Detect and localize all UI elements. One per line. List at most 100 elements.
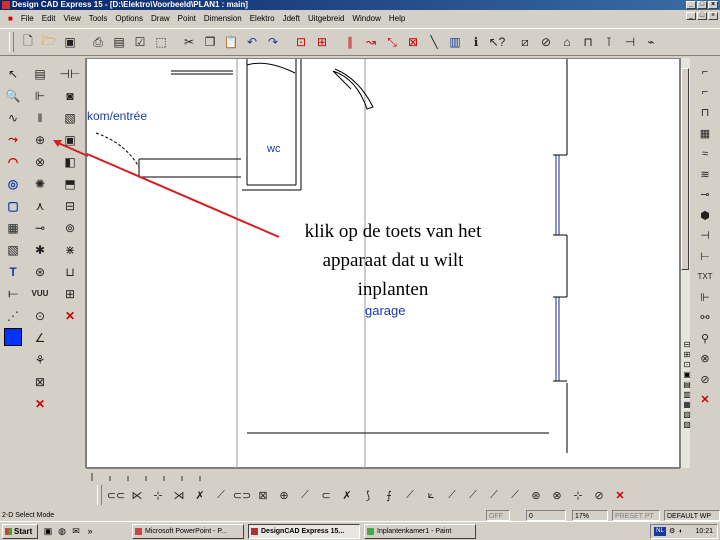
elektro-tool-10-icon[interactable]: ⊛ — [30, 262, 50, 281]
right-tool-15-icon[interactable]: ⊘ — [694, 370, 716, 390]
right-tool-3-icon[interactable]: ⊓ — [694, 103, 716, 123]
task-designcad[interactable]: DesignCAD Express 15... — [248, 524, 360, 539]
more-chevron-icon[interactable]: » — [84, 525, 96, 537]
mini-tool-8-icon[interactable]: ▧ — [683, 410, 691, 419]
menu-point[interactable]: Point — [174, 14, 200, 23]
elektro-tool-5-icon[interactable]: ⊗ — [30, 152, 50, 171]
snap-15-icon[interactable]: ⟋ — [400, 485, 420, 505]
elektro-tool-14-icon[interactable]: ⊠ — [30, 372, 50, 391]
menu-view[interactable]: View — [60, 14, 85, 23]
elektro-tool-24-icon[interactable]: ⊔ — [60, 262, 80, 281]
doc-minimize-button[interactable]: _ — [686, 12, 696, 20]
hatch-icon[interactable]: ▧ — [3, 240, 23, 259]
line-style-icon[interactable]: ⋰ — [3, 306, 23, 325]
snap-5-icon[interactable]: ✗ — [190, 485, 210, 505]
info-icon[interactable]: ℹ — [466, 32, 486, 52]
elektro-tool-22-icon[interactable]: ⊚ — [60, 218, 80, 237]
snap-7-icon[interactable]: ⊂⊃ — [232, 485, 252, 505]
menu-window[interactable]: Window — [348, 14, 384, 23]
dimension-icon[interactable]: ⟝ — [3, 284, 23, 303]
properties-icon[interactable]: ▥ — [445, 32, 465, 52]
elektro-tool-9-icon[interactable]: ✱ — [30, 240, 50, 259]
elektro-tool-20-icon[interactable]: ⬒ — [60, 174, 80, 193]
right-tool-4-icon[interactable]: ▦ — [694, 124, 716, 144]
snap-2-icon[interactable]: ⋉ — [127, 485, 147, 505]
right-tool-7-icon[interactable]: ⊸ — [694, 185, 716, 205]
snap-9-icon[interactable]: ⊕ — [274, 485, 294, 505]
snap-14-icon[interactable]: ⨍ — [379, 485, 399, 505]
rectangle-icon[interactable]: ▢ — [3, 196, 23, 215]
elektro-tool-17-icon[interactable]: ▧ — [60, 108, 80, 127]
toolbar-item-e-icon[interactable]: ⊺ — [599, 32, 619, 52]
elektro-tool-6-icon[interactable]: ✺ — [30, 174, 50, 193]
new-file-icon[interactable]: 🗋 — [18, 32, 38, 52]
language-indicator[interactable]: NL — [654, 527, 666, 536]
snap-19-icon[interactable]: ⟋ — [484, 485, 504, 505]
mini-tool-9-icon[interactable]: ▨ — [683, 420, 691, 429]
menu-jdeft[interactable]: Jdeft — [279, 14, 304, 23]
right-tool-13-icon[interactable]: ⚲ — [694, 329, 716, 349]
right-tool-1-icon[interactable]: ⌐ — [694, 62, 716, 82]
right-tool-10-icon[interactable]: ⊢ — [694, 247, 716, 267]
right-tool-6-icon[interactable]: ≋ — [694, 165, 716, 185]
right-tool-14-icon[interactable]: ⊗ — [694, 349, 716, 369]
snap-8-icon[interactable]: ⊠ — [253, 485, 273, 505]
task-paint[interactable]: Inplantenkamer1 - Paint — [364, 524, 476, 539]
status-layer[interactable]: DEFAULT WP — [664, 510, 720, 521]
elektro-tool-3-icon[interactable]: ‖ — [30, 108, 50, 127]
maximize-button[interactable]: □ — [697, 1, 707, 9]
menu-dimension[interactable]: Dimension — [200, 14, 246, 23]
move-icon[interactable]: ↝ — [361, 32, 381, 52]
save-icon[interactable]: ▣ — [60, 32, 80, 52]
minimize-button[interactable]: _ — [686, 1, 696, 9]
mini-tool-5-icon[interactable]: ▤ — [683, 380, 691, 389]
snap-12-icon[interactable]: ✗ — [337, 485, 357, 505]
right-tool-11-icon[interactable]: ⊩ — [694, 288, 716, 308]
print-icon[interactable]: ⎙ — [88, 32, 108, 52]
snap-22-icon[interactable]: ⊗ — [547, 485, 567, 505]
menu-tools[interactable]: Tools — [85, 14, 112, 23]
snap-3-icon[interactable]: ⊹ — [148, 485, 168, 505]
elektro-tool-7-icon[interactable]: ⋏ — [30, 196, 50, 215]
print-preview-icon[interactable]: ▤ — [109, 32, 129, 52]
snap-16-icon[interactable]: ⟀ — [421, 485, 441, 505]
menu-help[interactable]: Help — [385, 14, 409, 23]
task-powerpoint[interactable]: Microsoft PowerPoint - P... — [132, 524, 244, 539]
snap-4-icon[interactable]: ⋊ — [169, 485, 189, 505]
snap-24-icon[interactable]: ⊘ — [589, 485, 609, 505]
menu-draw[interactable]: Draw — [147, 14, 174, 23]
desktop-icon[interactable]: ▣ — [42, 525, 54, 537]
right-tool-9-icon[interactable]: ⊣ — [694, 226, 716, 246]
elektro-tool-2-icon[interactable]: ⊩ — [30, 86, 50, 105]
doc-icon[interactable]: ■ — [4, 14, 17, 23]
app-icon[interactable] — [2, 1, 10, 9]
arc-icon[interactable]: ◠ — [3, 152, 23, 171]
circle-icon[interactable]: ◎ — [3, 174, 23, 193]
text-tool-icon[interactable]: T — [3, 262, 23, 281]
zoom-icon[interactable]: 🔍 — [3, 86, 23, 105]
elektro-tool-8-icon[interactable]: ⊸ — [30, 218, 50, 237]
help-pointer-icon[interactable]: ↖? — [487, 32, 507, 52]
copy-icon[interactable]: ❐ — [200, 32, 220, 52]
menu-uitgebreid[interactable]: Uitgebreid — [304, 14, 348, 23]
undo-icon[interactable]: ↶ — [242, 32, 262, 52]
snap-18-icon[interactable]: ⟋ — [463, 485, 483, 505]
snap-1-icon[interactable]: ⊂⊂ — [106, 485, 126, 505]
mail-icon[interactable]: ✉ — [70, 525, 82, 537]
parallel-icon[interactable]: ∥ — [340, 32, 360, 52]
right-tool-2-icon[interactable]: ⌐ — [694, 83, 716, 103]
elektro-tool-21-icon[interactable]: ⊟ — [60, 196, 80, 215]
import-icon[interactable]: ⬚ — [151, 32, 171, 52]
group-icon[interactable]: ⊠ — [403, 32, 423, 52]
snap-21-icon[interactable]: ⊛ — [526, 485, 546, 505]
close-button[interactable]: × — [708, 1, 718, 9]
right-tool-5-icon[interactable]: ≈ — [694, 144, 716, 164]
snap-10-icon[interactable]: ⟋ — [295, 485, 315, 505]
open-folder-icon[interactable]: 🗁 — [39, 32, 59, 52]
select-arrow-icon[interactable]: ↖ — [3, 64, 23, 83]
line-tool-icon[interactable]: ╲ — [424, 32, 444, 52]
vertical-scroll-thumb[interactable] — [681, 68, 689, 270]
toolbar-grip[interactable] — [9, 32, 14, 52]
zoom-all-icon[interactable]: ⊞ — [312, 32, 332, 52]
menu-elektro[interactable]: Elektro — [246, 14, 279, 23]
